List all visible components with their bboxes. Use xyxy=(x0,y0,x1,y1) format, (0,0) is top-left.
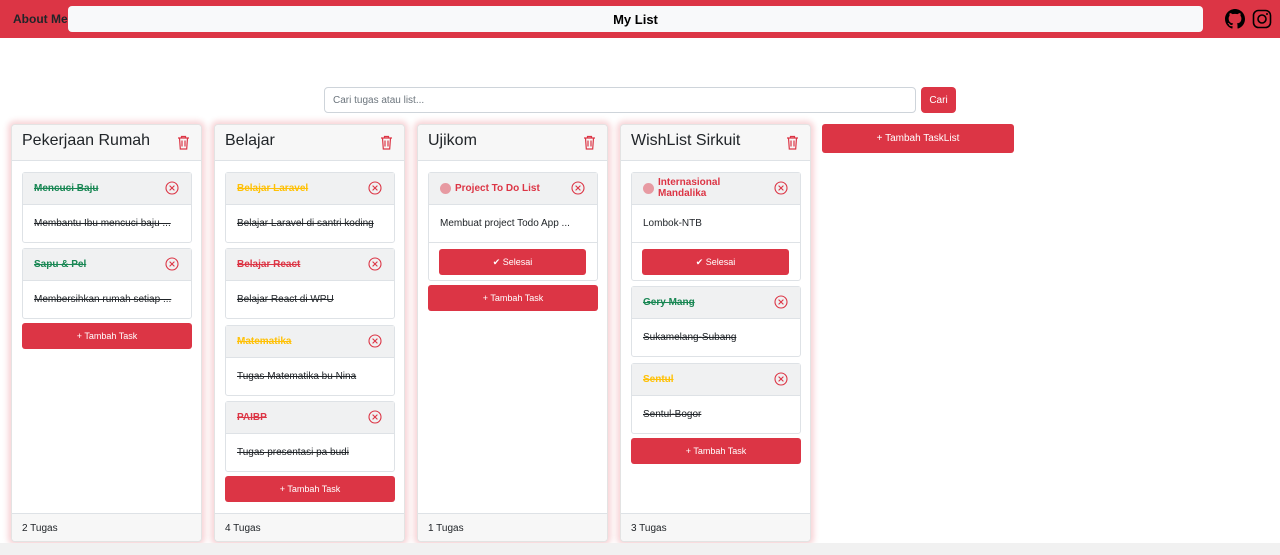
instagram-icon[interactable] xyxy=(1252,9,1272,29)
task-header: Sapu & Pel xyxy=(23,249,191,281)
column-header: WishList Sirkuit xyxy=(621,125,810,161)
task-title: Project To Do List xyxy=(455,183,540,194)
remove-task-icon[interactable] xyxy=(165,181,179,195)
top-navbar: About Me My List xyxy=(0,0,1280,38)
task-column: Ujikom Project To Do List Membuat project … xyxy=(417,124,608,542)
task-card: Mencuci Baju Membantu Ibu mencuci baju ..… xyxy=(22,172,192,243)
add-tasklist-button[interactable]: + Tambah TaskList xyxy=(822,124,1014,153)
status-dot xyxy=(440,183,451,194)
task-count: 1 Tugas xyxy=(418,513,607,541)
page-title: My List xyxy=(68,6,1203,32)
task-description: Membantu Ibu mencuci baju ... xyxy=(34,218,171,229)
task-header: Matematika xyxy=(226,326,394,358)
horizontal-scrollbar[interactable] xyxy=(0,543,1280,555)
remove-task-icon[interactable] xyxy=(774,372,788,386)
task-header: Internasional Mandalika xyxy=(632,173,800,205)
trash-icon[interactable] xyxy=(177,135,190,150)
task-card: Belajar Laravel Belajar Laravel di santri… xyxy=(225,172,395,243)
task-description: Tugas Matematika bu Nina xyxy=(237,371,357,382)
add-task-button[interactable]: + Tambah Task xyxy=(225,476,395,502)
remove-task-icon[interactable] xyxy=(774,181,788,195)
task-description: Belajar React di WPU xyxy=(237,294,334,305)
task-count: 4 Tugas xyxy=(215,513,404,541)
add-task-button[interactable]: + Tambah Task xyxy=(631,438,801,464)
add-task-button[interactable]: + Tambah Task xyxy=(428,285,598,311)
task-description: Belajar Laravel di santri koding xyxy=(237,218,374,229)
search-button[interactable]: Cari xyxy=(921,87,956,113)
github-icon[interactable] xyxy=(1225,9,1245,29)
task-title: Internasional Mandalika xyxy=(658,177,721,199)
remove-task-icon[interactable] xyxy=(165,257,179,271)
task-description: Sukamelang-Subang xyxy=(643,332,737,343)
task-footer: ✔ Selesai xyxy=(632,242,800,280)
column-header: Pekerjaan Rumah xyxy=(12,125,201,161)
task-description: Lombok-NTB xyxy=(643,218,702,229)
task-footer: ✔ Selesai xyxy=(429,242,597,280)
column-title: Pekerjaan Rumah xyxy=(22,132,151,149)
task-column: Pekerjaan Rumah Mencuci Baju Membantu Ibu … xyxy=(11,124,202,542)
task-title: Sentul xyxy=(643,374,674,385)
task-description: Membersihkan rumah setiap ... xyxy=(34,294,172,305)
remove-task-icon[interactable] xyxy=(368,181,382,195)
task-card: Project To Do List Membuat project Todo A… xyxy=(428,172,598,281)
column-title: Belajar xyxy=(225,132,275,149)
task-card: Matematika Tugas Matematika bu Nina xyxy=(225,325,395,396)
task-description: Sentul-Bogor xyxy=(643,409,702,420)
remove-task-icon[interactable] xyxy=(368,334,382,348)
task-count: 2 Tugas xyxy=(12,513,201,541)
task-header: Sentul xyxy=(632,364,800,396)
task-title: Gery Mang xyxy=(643,297,695,308)
task-header: Project To Do List xyxy=(429,173,597,205)
trash-icon[interactable] xyxy=(786,135,799,150)
trash-icon[interactable] xyxy=(583,135,596,150)
about-me-link[interactable]: About Me xyxy=(13,12,68,26)
task-card: Sentul Sentul-Bogor xyxy=(631,363,801,434)
task-title: Sapu & Pel xyxy=(34,259,87,270)
column-title: Ujikom xyxy=(428,132,477,149)
remove-task-icon[interactable] xyxy=(774,295,788,309)
add-task-button[interactable]: + Tambah Task xyxy=(22,323,192,349)
task-description: Membuat project Todo App ... xyxy=(440,218,570,229)
remove-task-icon[interactable] xyxy=(571,181,585,195)
column-title: WishList Sirkuit xyxy=(631,132,741,149)
column-header: Belajar xyxy=(215,125,404,161)
task-header: Belajar React xyxy=(226,249,394,281)
task-title: Matematika xyxy=(237,336,292,347)
task-column: Belajar Belajar Laravel Belajar Laravel di… xyxy=(214,124,405,542)
trash-icon[interactable] xyxy=(380,135,393,150)
task-description: Tugas presentasi pa budi xyxy=(237,447,349,458)
task-header: PAIBP xyxy=(226,402,394,434)
task-card: Belajar React Belajar React di WPU xyxy=(225,248,395,319)
remove-task-icon[interactable] xyxy=(368,257,382,271)
task-header: Gery Mang xyxy=(632,287,800,319)
task-title: Belajar React xyxy=(237,259,301,270)
status-dot xyxy=(643,183,654,194)
task-card: Internasional Mandalika Lombok-NTB ✔ Seles… xyxy=(631,172,801,281)
task-card: Gery Mang Sukamelang-Subang xyxy=(631,286,801,357)
mark-done-button[interactable]: ✔ Selesai xyxy=(642,249,789,275)
task-header: Mencuci Baju xyxy=(23,173,191,205)
task-count: 3 Tugas xyxy=(621,513,810,541)
task-card: PAIBP Tugas presentasi pa budi xyxy=(225,401,395,472)
column-header: Ujikom xyxy=(418,125,607,161)
remove-task-icon[interactable] xyxy=(368,410,382,424)
task-header: Belajar Laravel xyxy=(226,173,394,205)
task-column: WishList Sirkuit Internasional Mandalika L… xyxy=(620,124,811,542)
task-card: Sapu & Pel Membersihkan rumah setiap ... xyxy=(22,248,192,319)
search-input[interactable] xyxy=(324,87,916,113)
task-title: PAIBP xyxy=(237,412,267,423)
task-title: Belajar Laravel xyxy=(237,183,309,194)
task-title: Mencuci Baju xyxy=(34,183,99,194)
mark-done-button[interactable]: ✔ Selesai xyxy=(439,249,586,275)
